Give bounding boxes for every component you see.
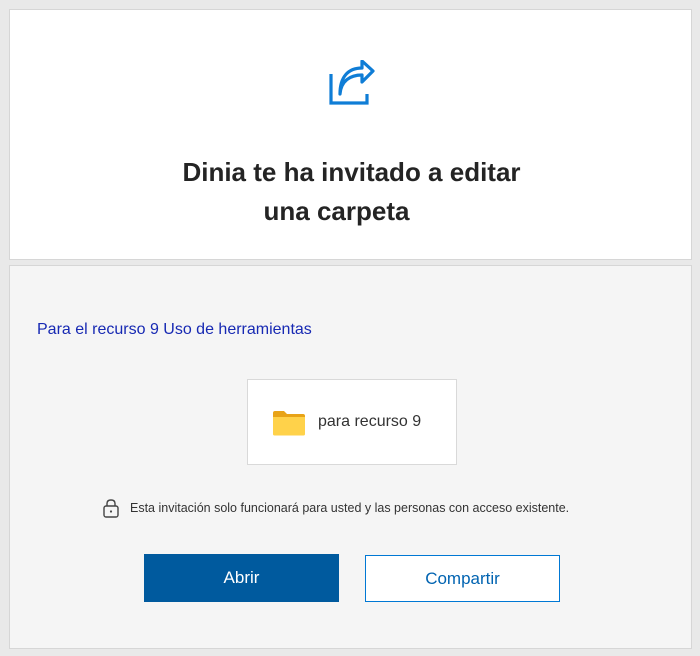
title-line-2: una carpeta (263, 196, 410, 226)
page-title: Dinia te ha invitado a editar una carpet… (10, 153, 693, 231)
folder-card[interactable]: para recurso 9 (247, 379, 457, 465)
folder-name: para recurso 9 (318, 413, 422, 430)
share-arrow-icon (329, 60, 375, 105)
open-button[interactable]: Abrir (144, 554, 339, 602)
notice-text: Esta invitación solo funcionará para ust… (130, 501, 570, 515)
access-notice: Esta invitación solo funcionará para ust… (102, 498, 569, 518)
folder-icon (273, 411, 305, 436)
share-button[interactable]: Compartir (365, 555, 560, 602)
invite-body-card: Para el recurso 9 Uso de herramientas pa… (9, 265, 692, 649)
invite-header-card: Dinia te ha invitado a editar una carpet… (9, 9, 692, 260)
lock-icon (103, 499, 119, 518)
title-line-1: Dinia te ha invitado a editar (182, 157, 521, 187)
invite-message: Para el recurso 9 Uso de herramientas (37, 321, 312, 338)
